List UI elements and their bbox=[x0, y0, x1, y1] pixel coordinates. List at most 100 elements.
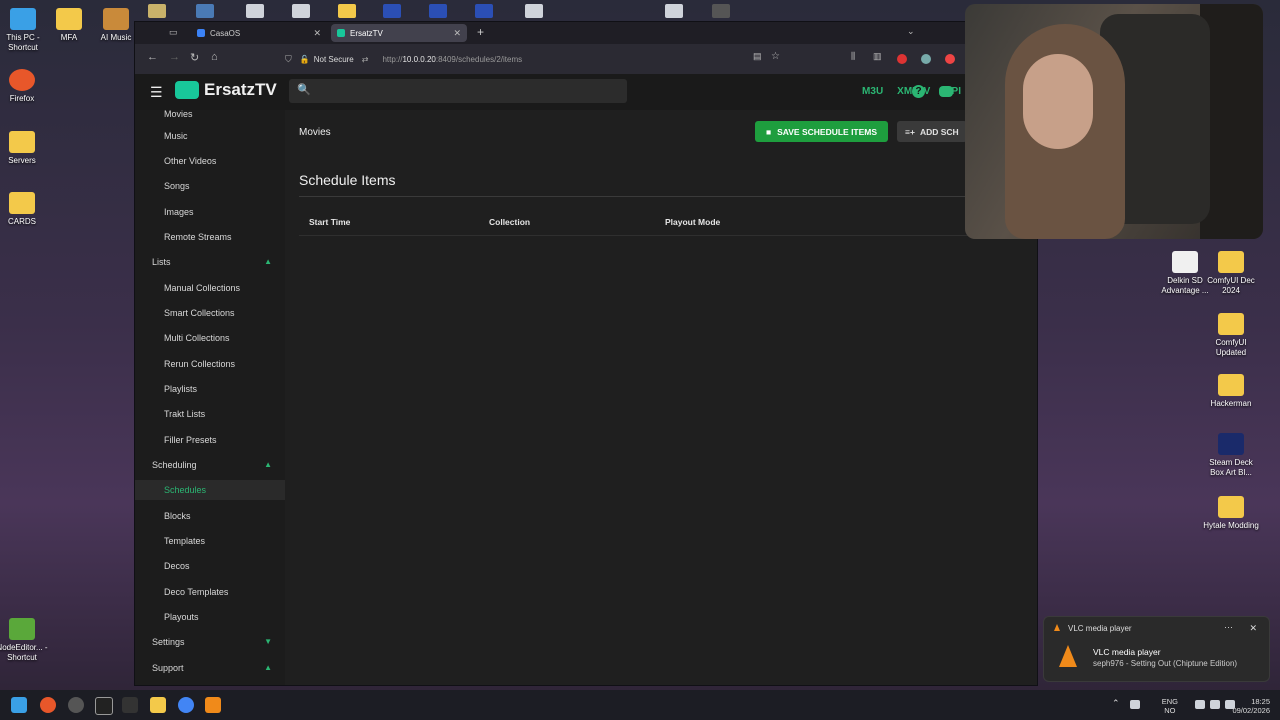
folder-icon bbox=[9, 192, 35, 214]
desktop-icon-comfyui-dec[interactable]: ComfyUI Dec 2024 bbox=[1203, 251, 1259, 296]
psd-icon[interactable] bbox=[383, 4, 401, 18]
desktop-icon[interactable] bbox=[665, 4, 683, 18]
vlc-notification[interactable]: VLC media player ··· ✕ VLC media player … bbox=[1043, 616, 1270, 682]
sidebar-item-filler-presets[interactable]: Filler Presets bbox=[164, 430, 217, 450]
desktop-icon-cards[interactable]: CARDS bbox=[0, 192, 50, 227]
sidebar-group-lists[interactable]: Lists ▲ bbox=[152, 252, 272, 272]
desktop-icon-nodeeditor[interactable]: NodeEditor... - Shortcut bbox=[0, 618, 50, 663]
discord-icon[interactable] bbox=[939, 86, 953, 97]
save-button-label: SAVE SCHEDULE ITEMS bbox=[777, 126, 878, 137]
terminal-icon[interactable] bbox=[95, 697, 113, 715]
desktop-icon-steam-deck[interactable]: Steam Deck Box Art Bl... bbox=[1203, 433, 1259, 478]
desktop-icon[interactable] bbox=[525, 4, 543, 18]
sidebar-icon[interactable]: ▥ bbox=[873, 51, 882, 62]
app-logo[interactable]: ErsatzTV bbox=[175, 80, 277, 100]
more-options-icon[interactable]: ··· bbox=[1224, 622, 1233, 632]
sidebar-item-remote-streams[interactable]: Remote Streams bbox=[164, 227, 232, 247]
extension-icon[interactable] bbox=[921, 54, 931, 64]
file-explorer-icon[interactable] bbox=[150, 697, 166, 713]
desktop-icon[interactable] bbox=[712, 4, 730, 18]
close-icon[interactable]: ✕ bbox=[313, 28, 321, 39]
chevron-up-icon: ▲ bbox=[264, 460, 272, 469]
volume-icon[interactable] bbox=[1210, 700, 1220, 709]
vlc-icon[interactable] bbox=[205, 697, 221, 713]
tab-overflow-chevron-icon[interactable]: ⌄ bbox=[907, 26, 915, 37]
sidebar-item-smart-collections[interactable]: Smart Collections bbox=[164, 303, 235, 323]
desktop-icon[interactable] bbox=[292, 4, 310, 18]
tab-list-icon[interactable]: ▭ bbox=[169, 27, 178, 38]
close-icon[interactable]: ✕ bbox=[1249, 623, 1257, 634]
chrome-icon[interactable] bbox=[178, 697, 194, 713]
desktop-icon[interactable] bbox=[148, 4, 166, 18]
sidebar-item-movies[interactable]: Movies bbox=[164, 104, 193, 124]
keyboard-layout: NO bbox=[1164, 706, 1176, 715]
app-icon[interactable] bbox=[68, 697, 84, 713]
sidebar-item-playouts[interactable]: Playouts bbox=[164, 607, 199, 627]
app-icon[interactable] bbox=[122, 697, 138, 713]
sidebar-item-multi-collections[interactable]: Multi Collections bbox=[164, 328, 230, 348]
save-schedule-items-button[interactable]: ■ SAVE SCHEDULE ITEMS bbox=[755, 121, 888, 142]
display-icon[interactable] bbox=[1195, 700, 1205, 709]
m3u-link[interactable]: M3U bbox=[862, 86, 883, 97]
extension-icon[interactable] bbox=[945, 54, 955, 64]
sidebar-item-decos[interactable]: Decos bbox=[164, 556, 190, 576]
help-icon[interactable]: ? bbox=[912, 85, 925, 98]
sidebar-item-songs[interactable]: Songs bbox=[164, 176, 190, 196]
folder-icon[interactable] bbox=[338, 4, 356, 18]
ersatztv-favicon-icon bbox=[337, 29, 345, 37]
sidebar-item-images[interactable]: Images bbox=[164, 202, 194, 222]
add-schedule-item-button[interactable]: ≡+ ADD SCH bbox=[897, 121, 967, 142]
sidebar-item-label: Images bbox=[164, 207, 194, 217]
folder-icon bbox=[1218, 496, 1244, 518]
sidebar-item-schedules[interactable]: Schedules bbox=[135, 480, 285, 500]
sidebar-item-blocks[interactable]: Blocks bbox=[164, 506, 191, 526]
psd-icon[interactable] bbox=[475, 4, 493, 18]
new-tab-button[interactable]: + bbox=[477, 25, 484, 39]
playlist-add-icon: ≡+ bbox=[905, 126, 915, 137]
sidebar-item-music[interactable]: Music bbox=[164, 126, 188, 146]
reload-icon[interactable]: ↻ bbox=[190, 51, 199, 64]
tab-ersatztv[interactable]: ErsatzTV ✕ bbox=[331, 24, 467, 42]
url-text[interactable]: http://10.0.0.20:8409/schedules/2/items bbox=[382, 55, 522, 64]
sidebar-item-label: Schedules bbox=[164, 485, 207, 495]
language-indicator[interactable]: ENG NO bbox=[1162, 697, 1178, 715]
psd-icon[interactable] bbox=[429, 4, 447, 18]
desktop-icon-hytale[interactable]: Hytale Modding bbox=[1203, 496, 1259, 531]
forward-arrow-icon[interactable]: → bbox=[169, 51, 180, 63]
address-bar[interactable]: ⛉ 🔓 Not Secure ⇄ http://10.0.0.20:8409/s… bbox=[285, 49, 785, 69]
windows-start-icon[interactable] bbox=[11, 697, 27, 713]
desktop-icon-hackerman[interactable]: Hackerman bbox=[1203, 374, 1259, 409]
sidebar-item-templates[interactable]: Templates bbox=[164, 531, 205, 551]
sidebar-group-support[interactable]: Support ▲ bbox=[152, 658, 272, 678]
search-input[interactable]: 🔍 bbox=[289, 79, 627, 103]
sidebar-item-other-videos[interactable]: Other Videos bbox=[164, 151, 216, 171]
tab-casaos[interactable]: CasaOS ✕ bbox=[191, 24, 327, 42]
tray-app-icon[interactable] bbox=[1130, 700, 1140, 709]
menu-icon[interactable]: ☰ bbox=[150, 84, 163, 101]
close-icon[interactable]: ✕ bbox=[453, 28, 461, 39]
bookmark-star-icon[interactable]: ☆ bbox=[771, 51, 780, 62]
desktop-icon-firefox[interactable]: Firefox bbox=[0, 69, 50, 104]
sidebar-item-rerun-collections[interactable]: Rerun Collections bbox=[164, 354, 235, 374]
library-icon[interactable]: ⫼ bbox=[851, 51, 855, 62]
adblock-icon[interactable] bbox=[897, 54, 907, 64]
desktop-icon-comfyui-updated[interactable]: ComfyUI Updated bbox=[1203, 313, 1259, 358]
clock[interactable]: 18:25 09/02/2026 bbox=[1232, 697, 1270, 715]
sidebar-group-scheduling[interactable]: Scheduling ▲ bbox=[152, 455, 272, 475]
sidebar-item-deco-templates[interactable]: Deco Templates bbox=[164, 582, 228, 602]
desktop-icon[interactable] bbox=[196, 4, 214, 18]
desktop-icon-servers[interactable]: Servers bbox=[0, 131, 50, 166]
sidebar-item-label: Other Videos bbox=[164, 156, 217, 166]
sidebar-group-settings[interactable]: Settings ▼ bbox=[152, 632, 272, 652]
firefox-icon[interactable] bbox=[40, 697, 56, 713]
sidebar-item-playlists[interactable]: Playlists bbox=[164, 379, 197, 399]
home-icon[interactable]: ⌂ bbox=[211, 51, 218, 63]
back-arrow-icon[interactable]: ← bbox=[147, 51, 158, 63]
desktop-icon[interactable] bbox=[246, 4, 264, 18]
sidebar-item-trakt-lists[interactable]: Trakt Lists bbox=[164, 404, 205, 424]
reader-view-icon[interactable]: ▤ bbox=[753, 51, 762, 62]
permissions-icon[interactable]: ⇄ bbox=[362, 55, 369, 64]
sidebar-item-manual-collections[interactable]: Manual Collections bbox=[164, 278, 240, 298]
not-secure-label[interactable]: Not Secure bbox=[314, 55, 354, 64]
chevron-up-icon[interactable]: ⌃ bbox=[1112, 698, 1120, 709]
